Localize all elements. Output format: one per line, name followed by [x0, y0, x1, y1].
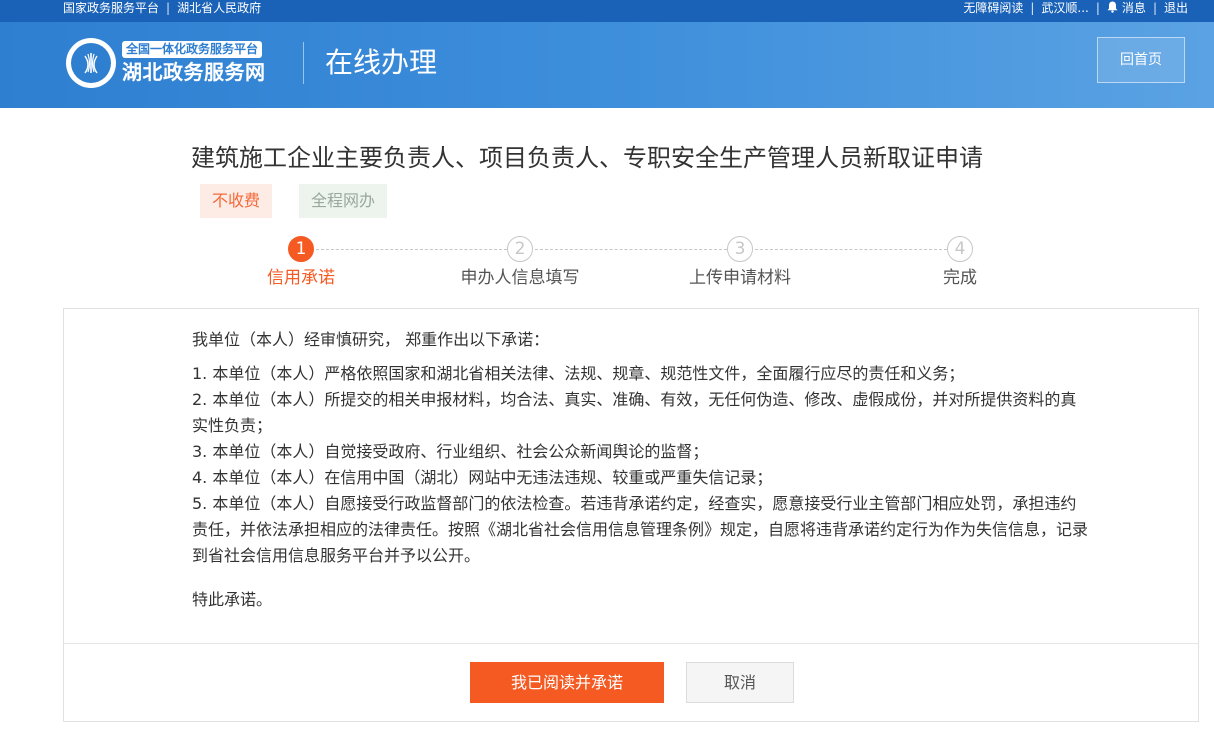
- tag-fully-online: 全程网办: [299, 184, 388, 218]
- home-button[interactable]: 回首页: [1097, 37, 1185, 83]
- cancel-button[interactable]: 取消: [686, 662, 794, 703]
- separator: |: [1152, 1, 1157, 15]
- step-connector: [316, 249, 507, 250]
- promise-intro: 我单位（本人）经审慎研究， 郑重作出以下承诺：: [192, 330, 550, 349]
- progress-steps: 1 2 3 4 信用承诺 申办人信息填写 上传申请材料 完成: [0, 236, 1214, 296]
- step-2-label: 申办人信息填写: [460, 268, 580, 288]
- promise-item: 1. 本单位（本人）严格依照国家和湖北省相关法律、法规、规章、规范性文件，全面履…: [192, 364, 965, 383]
- link-accessibility[interactable]: 无障碍阅读: [963, 0, 1023, 16]
- page-title: 在线办理: [325, 46, 438, 79]
- credit-promise-panel: 我单位（本人）经审慎研究， 郑重作出以下承诺： 1. 本单位（本人）严格依照国家…: [63, 308, 1199, 722]
- promise-closing: 特此承诺。: [192, 590, 273, 609]
- step-3-number: 3: [727, 236, 753, 262]
- step-1-label: 信用承诺: [267, 268, 335, 288]
- step-1-number: 1: [288, 236, 314, 262]
- header-divider: [303, 42, 304, 84]
- panel-divider: [64, 643, 1198, 644]
- platform-badge: 全国一体化政务服务平台: [122, 41, 263, 58]
- step-4-number: 4: [947, 236, 973, 262]
- link-national-platform[interactable]: 国家政务服务平台: [63, 0, 159, 16]
- step-2-number: 2: [507, 236, 533, 262]
- messages-label: 消息: [1121, 1, 1146, 15]
- separator: |: [1030, 1, 1035, 15]
- bell-icon: [1107, 1, 1118, 13]
- separator: |: [1095, 1, 1100, 15]
- emblem-icon: [84, 53, 98, 74]
- site-logo-icon[interactable]: [66, 38, 116, 88]
- promise-item: 4. 本单位（本人）在信用中国（湖北）网站中无违法违规、较重或严重失信记录；: [192, 468, 773, 487]
- top-bar-left: 国家政务服务平台 | 湖北省人民政府: [63, 0, 261, 16]
- top-bar-right: 无障碍阅读 | 武汉顺... | 消息 | 退出: [963, 0, 1188, 16]
- step-connector: [755, 249, 947, 250]
- logo-inner: [71, 43, 111, 83]
- link-hubei-government[interactable]: 湖北省人民政府: [177, 0, 261, 16]
- promise-content: 我单位（本人）经审慎研究， 郑重作出以下承诺： 1. 本单位（本人）严格依照国家…: [192, 327, 1092, 613]
- step-4-label: 完成: [943, 268, 977, 288]
- promise-item: 5. 本单位（本人）自愿接受行政监督部门的依法检查。若违背承诺约定，经查实，愿意…: [192, 494, 1089, 565]
- logout-link[interactable]: 退出: [1164, 0, 1188, 16]
- step-connector: [535, 249, 727, 250]
- step-3-label: 上传申请材料: [689, 268, 791, 288]
- site-header: 全国一体化政务服务平台 湖北政务服务网 在线办理 回首页: [0, 22, 1214, 108]
- top-bar: 国家政务服务平台 | 湖北省人民政府 无障碍阅读 | 武汉顺... | 消息 | 退出: [0, 0, 1214, 22]
- user-name-link[interactable]: 武汉顺...: [1041, 0, 1088, 16]
- site-name[interactable]: 湖北政务服务网: [122, 58, 266, 86]
- promise-item: 3. 本单位（本人）自觉接受政府、行业组织、社会公众新闻舆论的监督；: [192, 442, 709, 461]
- service-title: 建筑施工企业主要负责人、项目负责人、专职安全生产管理人员新取证申请: [191, 144, 983, 172]
- separator: |: [166, 1, 171, 15]
- agree-button[interactable]: 我已阅读并承诺: [470, 662, 664, 703]
- messages-link[interactable]: 消息: [1107, 0, 1146, 16]
- promise-item: 2. 本单位（本人）所提交的相关申报材料，均合法、真实、准确、有效，无任何伪造、…: [192, 390, 1077, 435]
- tag-free-of-charge: 不收费: [200, 184, 273, 218]
